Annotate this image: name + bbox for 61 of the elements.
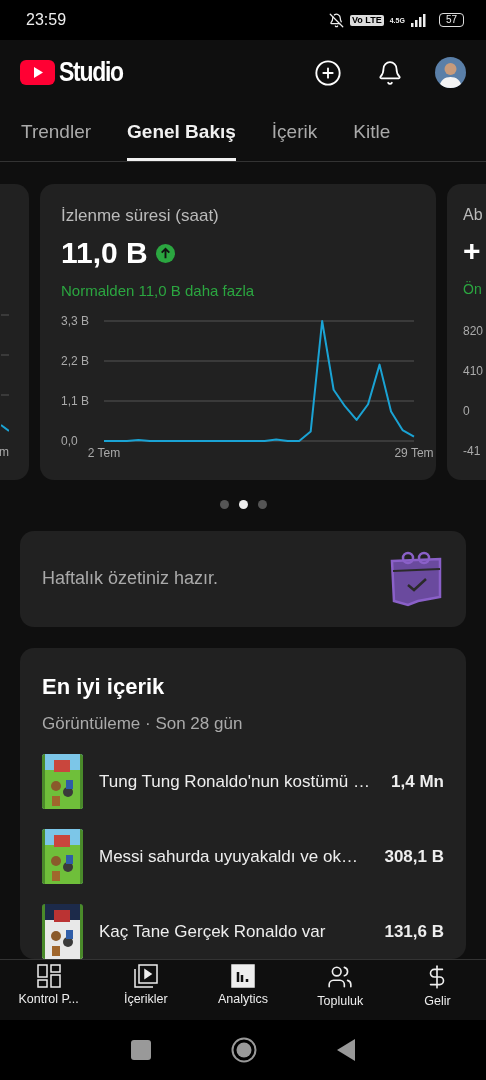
home-icon[interactable]: [231, 1037, 257, 1063]
metric-title: İzlenme süresi (saat): [61, 206, 220, 226]
axis-label: 2 Tem: [87, 446, 121, 460]
battery-level: 57: [438, 13, 464, 27]
view-count: 1,4 Mn: [391, 771, 444, 792]
content-row[interactable]: Kaç Tane Gerçek Ronaldo var 131,6 B: [42, 904, 444, 959]
axis-label: 1,1 B: [61, 394, 90, 408]
tab[interactable]: Trendler: [21, 105, 92, 161]
nav-item[interactable]: İçerikler: [97, 960, 195, 1020]
status-time: 23:59: [26, 11, 68, 29]
axis-label: 2,2 B: [61, 354, 90, 368]
nav-item[interactable]: Topluluk: [291, 960, 389, 1020]
back-icon[interactable]: [337, 1039, 355, 1061]
dashboard-icon: [36, 964, 61, 988]
tab[interactable]: İçerik: [271, 105, 318, 161]
section-title: En iyi içerik: [42, 674, 166, 700]
axis-label: 0: [463, 404, 470, 418]
metric-value: +: [463, 234, 481, 268]
bell-off-icon: [329, 12, 344, 28]
view-count: 131,6 B: [384, 921, 444, 942]
tab[interactable]: Genel Bakış: [127, 105, 236, 161]
summary-text: Haftalık özetiniz hazır.: [42, 568, 220, 590]
calendar-check-icon: [388, 550, 444, 607]
community-icon: [327, 964, 354, 990]
metric-value: 11,0 B: [61, 236, 148, 270]
axis-label: m: [0, 444, 9, 459]
axis-label: -41: [463, 444, 481, 458]
video-library-icon: [133, 964, 158, 988]
nav-item[interactable]: Kontrol P...: [0, 960, 98, 1020]
content-row[interactable]: Tung Tung Ronaldo'nun kostümü … 1,4 Mn: [42, 754, 444, 809]
video-title: Kaç Tane Gerçek Ronaldo var: [99, 921, 327, 942]
create-button[interactable]: [313, 57, 343, 88]
content-row[interactable]: Messi sahurda uyuyakaldı ve ok… 308,1 B: [42, 829, 444, 884]
signal-icon: [410, 13, 427, 27]
weekly-summary-card[interactable]: Haftalık özetiniz hazır.: [20, 530, 466, 627]
tab[interactable]: Kitle: [353, 105, 391, 161]
metric-card[interactable]: İzlenme süresi (saat) 11,0 B Normalden 11,0 B daha fazla 3,3 B 2,2 B 1,1 B 0,0 2 Tem 29 Tem: [40, 184, 436, 480]
nav-item[interactable]: Analytics: [194, 960, 292, 1020]
metric-card[interactable]: m: [0, 184, 29, 480]
play-logo-icon: [20, 60, 55, 85]
comparison-text: Normalden 11,0 B daha fazla: [61, 282, 256, 299]
video-title: Tung Tung Ronaldo'nun kostümü …: [99, 771, 371, 792]
volte-badge: Vo LTE: [350, 14, 384, 26]
axis-label: 0,0: [61, 434, 78, 448]
axis-label: 410: [463, 364, 484, 378]
axis-label: 3,3 B: [61, 314, 90, 328]
page-dot[interactable]: [238, 499, 248, 509]
page-dot[interactable]: [219, 499, 229, 509]
avatar[interactable]: [435, 57, 466, 88]
axis-label: 820: [463, 324, 484, 338]
section-subtitle: Görüntüleme · Son 28 gün: [42, 714, 244, 734]
analytics-icon: [231, 964, 255, 988]
video-title: Messi sahurda uyuyakaldı ve ok…: [99, 846, 359, 867]
axis-label: 29 Tem: [394, 446, 434, 460]
app-title: Studio: [59, 57, 123, 88]
nav-item[interactable]: Gelir: [388, 960, 486, 1020]
metric-card[interactable]: Ab + Ön 820 410 0 -41: [447, 184, 486, 480]
view-count: 308,1 B: [384, 846, 444, 867]
comparison-text: Ön: [463, 281, 483, 297]
page-dot[interactable]: [257, 499, 267, 509]
metric-title: Ab: [463, 206, 484, 224]
